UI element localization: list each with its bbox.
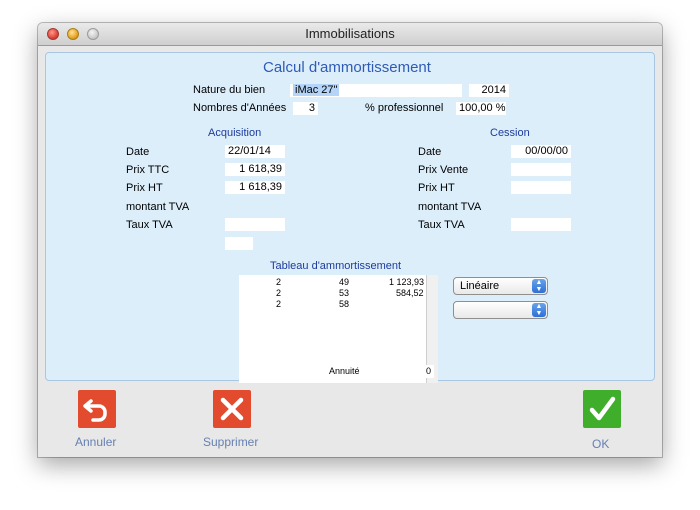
pro-percent-field[interactable]: 100,00 %: [456, 102, 506, 115]
table-row-3-year: 2: [276, 299, 282, 309]
acq-tva-rate-field[interactable]: [225, 218, 285, 231]
select-arrows-icon: ▲ ▼: [532, 303, 546, 317]
year-field[interactable]: 2014: [469, 84, 509, 97]
ces-date-label: Date: [418, 146, 442, 158]
table-row-2-amount: 584,52: [396, 288, 424, 298]
ces-date-field[interactable]: 00/00/00: [511, 145, 571, 158]
ok-label[interactable]: OK: [592, 437, 609, 451]
acq-tva-rate-label: Taux TVA: [126, 219, 173, 231]
pro-percent-label: % professionnel: [365, 102, 444, 114]
table-row-2-days: 53: [339, 288, 350, 298]
annuity-field[interactable]: 0: [376, 365, 434, 378]
acq-date-label: Date: [126, 146, 150, 158]
acq-ttc-field[interactable]: 1 618,39: [225, 163, 285, 176]
ces-sale-field[interactable]: [511, 163, 571, 176]
nature-field[interactable]: iMac 27": [290, 84, 462, 97]
acq-ht-field[interactable]: 1 618,39: [225, 181, 285, 194]
years-label: Nombres d'Années: [193, 102, 287, 114]
method-select-value: Linéaire: [460, 280, 500, 292]
ces-ht-field[interactable]: [511, 181, 571, 194]
cancel-button[interactable]: [78, 390, 116, 428]
ces-ht-label: Prix HT: [418, 182, 455, 194]
acq-ttc-label: Prix TTC: [126, 164, 170, 176]
acquisition-title: Acquisition: [208, 127, 262, 139]
title-bar[interactable]: Immobilisations: [38, 23, 662, 46]
main-window: Immobilisations Calcul d'ammortissement …: [38, 23, 662, 457]
secondary-select[interactable]: ▲ ▼: [453, 301, 548, 319]
ces-tva-rate-label: Taux TVA: [418, 219, 465, 231]
delete-label[interactable]: Supprimer: [203, 435, 258, 449]
select-arrows-icon: ▲ ▼: [532, 279, 546, 293]
delete-button[interactable]: [213, 390, 251, 428]
ces-tva-amount-label: montant TVA: [418, 201, 482, 213]
acq-ht-label: Prix HT: [126, 182, 163, 194]
undo-arrow-icon: [78, 390, 116, 428]
page-title: Calcul d'ammortissement: [263, 59, 431, 76]
table-row-1-amount: 1 123,93: [389, 277, 425, 287]
nature-label: Nature du bien: [193, 84, 266, 96]
table-title: Tableau d'ammortissement: [270, 260, 402, 272]
ok-button[interactable]: [583, 390, 621, 428]
cancel-label[interactable]: Annuler: [75, 435, 116, 449]
window-title: Immobilisations: [305, 26, 395, 41]
acq-extra-field[interactable]: [225, 237, 253, 250]
years-field[interactable]: 3: [293, 102, 318, 115]
ces-sale-label: Prix Vente: [418, 164, 469, 176]
ces-tva-rate-field[interactable]: [511, 218, 571, 231]
annuity-label: Annuité: [329, 366, 360, 376]
table-row-3-days: 58: [339, 299, 350, 309]
table-row-2-year: 2: [276, 288, 282, 298]
cession-title: Cession: [490, 127, 530, 139]
table-row-1-year: 2: [276, 277, 282, 287]
checkmark-icon: [583, 390, 621, 428]
nature-value: iMac 27": [293, 84, 340, 96]
method-select[interactable]: Linéaire ▲ ▼: [453, 277, 548, 295]
close-x-icon: [213, 390, 251, 428]
acq-date-field[interactable]: 22/01/14: [225, 145, 285, 158]
acq-tva-amount-label: montant TVA: [126, 201, 190, 213]
table-row-1-days: 49: [339, 277, 350, 287]
